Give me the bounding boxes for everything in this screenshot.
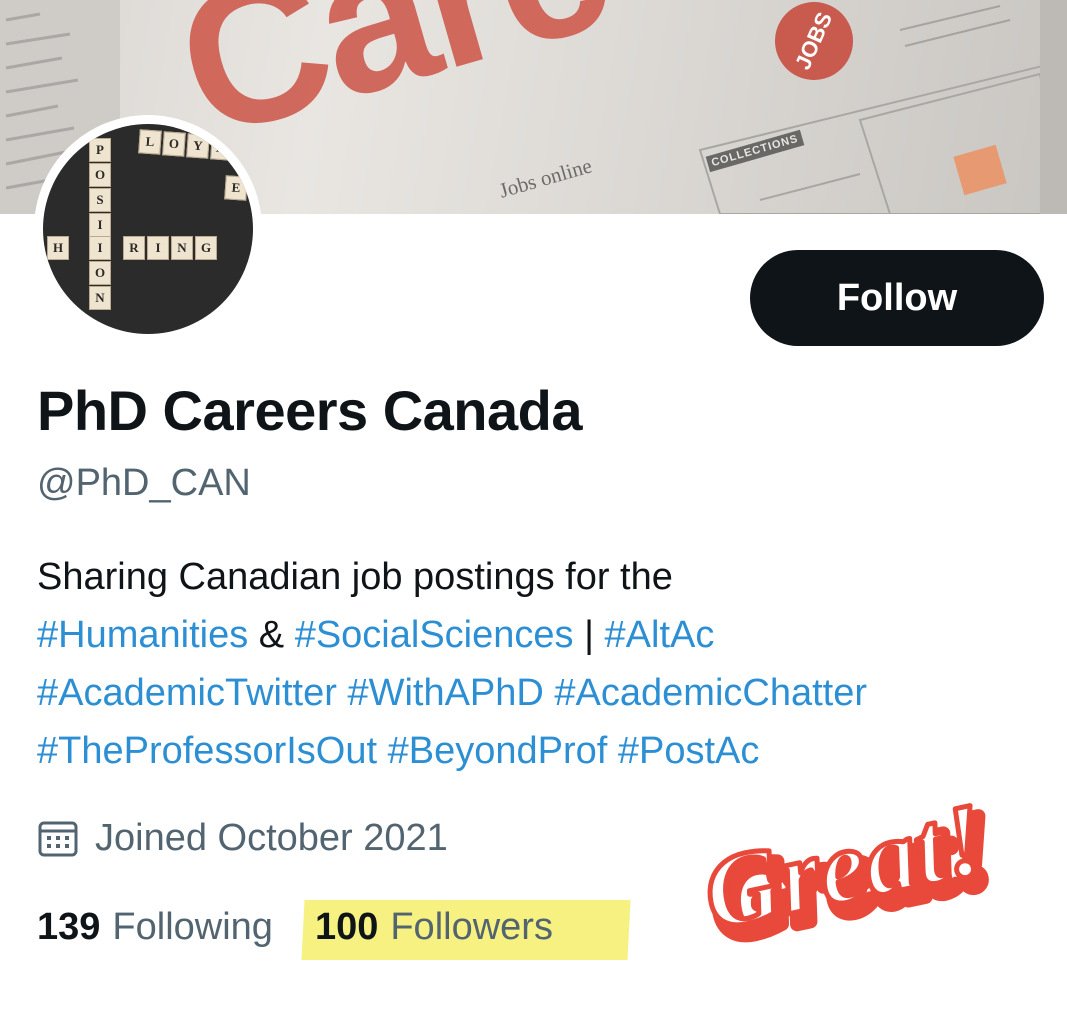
avatar-tile: I <box>89 236 111 260</box>
great-sticker: Great! Great! <box>692 778 1011 969</box>
hashtag-link[interactable]: #AcademicChatter <box>554 672 867 714</box>
hashtag-link[interactable]: #AcademicTwitter <box>37 672 337 714</box>
avatar-tile: I <box>89 213 111 237</box>
follow-button[interactable]: Follow <box>750 250 1044 346</box>
joined-date-row: Joined October 2021 <box>37 817 448 860</box>
hashtag-link[interactable]: #TheProfessorIsOut <box>37 730 377 772</box>
hashtag-link[interactable]: #WithAPhD <box>347 672 543 714</box>
following-count: 139 <box>37 906 101 948</box>
hashtag-link[interactable]: #AltAc <box>605 614 715 656</box>
profile-bio: Sharing Canadian job postings for the #H… <box>37 548 1057 780</box>
bio-line-1: Sharing Canadian job postings for the <box>37 556 673 598</box>
profile-avatar[interactable]: L O Y M E P O S I O N H I R I N G <box>34 115 262 343</box>
calendar-icon <box>38 821 78 856</box>
profile-display-name: PhD Careers Canada <box>37 379 583 442</box>
following-label: Following <box>112 906 273 948</box>
following-stat-link[interactable]: 139 Following <box>37 906 273 949</box>
avatar-tile: E <box>224 175 248 201</box>
avatar-tile: O <box>89 261 111 285</box>
hashtag-link[interactable]: #PostAc <box>618 730 760 772</box>
avatar-tile: M <box>210 135 234 161</box>
followers-count: 100 <box>314 906 379 948</box>
avatar-tile: Y <box>186 133 210 159</box>
followers-stat-link[interactable]: 100 Followers <box>301 900 631 960</box>
avatar-tile: S <box>89 188 111 212</box>
avatar-tile: O <box>89 163 111 187</box>
bio-line-2: #Humanities & #SocialSciences | #AltAc <box>37 606 1057 664</box>
profile-page: Care JOBS Jobs online COLLECTIONS L O Y … <box>0 0 1067 1024</box>
follow-stats: 139 Following 100 Followers <box>37 900 631 960</box>
avatar-tile: R <box>123 236 145 260</box>
joined-date-text: Joined October 2021 <box>95 817 448 859</box>
bio-ampersand: & <box>248 614 295 656</box>
bio-line-3: #AcademicTwitter #WithAPhD #AcademicChat… <box>37 664 1057 722</box>
hashtag-link[interactable]: #Humanities <box>37 614 248 656</box>
followers-label: Followers <box>390 906 553 948</box>
hashtag-link[interactable]: #BeyondProf <box>388 730 608 772</box>
avatar-tile: G <box>195 236 217 260</box>
avatar-tile: N <box>171 236 193 260</box>
avatar-tile: L <box>138 129 162 155</box>
avatar-tile: O <box>162 131 186 157</box>
bio-separator: | <box>573 614 605 656</box>
avatar-tile: N <box>89 286 111 310</box>
avatar-tile: H <box>47 236 69 260</box>
avatar-tile: I <box>147 236 169 260</box>
avatar-image: L O Y M E P O S I O N H I R I N G <box>43 124 253 334</box>
profile-handle: @PhD_CAN <box>37 462 251 504</box>
avatar-tile: P <box>89 138 111 162</box>
hashtag-link[interactable]: #SocialSciences <box>295 614 574 656</box>
